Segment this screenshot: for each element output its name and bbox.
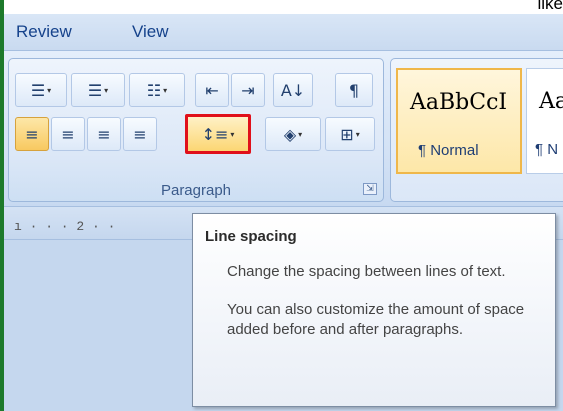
word-ribbon-screenshot: like Review View ☰ ▾ ☰ ▾ ☷ ▾ ⇤ ⇥ A↓ ¶ ≡ … bbox=[0, 0, 563, 411]
shading-button[interactable]: ◈ ▾ bbox=[265, 117, 321, 151]
tooltip-description: Change the spacing between lines of text… bbox=[227, 263, 506, 280]
chevron-down-icon: ▾ bbox=[47, 85, 52, 95]
style-sample: AaBbCcI bbox=[410, 90, 508, 115]
borders-button[interactable]: ⊞ ▾ bbox=[325, 117, 375, 151]
line-spacing-button[interactable]: ↕≡ ▾ bbox=[185, 114, 251, 154]
increase-indent-button[interactable]: ⇥ bbox=[231, 73, 265, 107]
style-normal[interactable]: AaBbCcI ¶ Normal bbox=[396, 68, 522, 174]
align-center-icon: ≡ bbox=[61, 124, 75, 144]
numbering-icon: ☰ bbox=[87, 80, 103, 100]
multilevel-list-button[interactable]: ☷ ▾ bbox=[129, 73, 185, 107]
justify-icon: ≡ bbox=[133, 124, 147, 144]
paint-bucket-icon: ◈ bbox=[283, 124, 297, 144]
style-name: ¶ Normal bbox=[418, 142, 479, 159]
chevron-down-icon: ▾ bbox=[230, 129, 235, 139]
tooltip-title: Line spacing bbox=[205, 228, 297, 245]
chevron-down-icon: ▾ bbox=[163, 85, 168, 95]
decrease-indent-icon: ⇤ bbox=[205, 80, 219, 100]
align-left-button[interactable]: ≡ bbox=[15, 117, 49, 151]
chevron-down-icon: ▾ bbox=[104, 85, 109, 95]
align-right-icon: ≡ bbox=[97, 124, 111, 144]
align-right-button[interactable]: ≡ bbox=[87, 117, 121, 151]
sort-icon: A↓ bbox=[280, 80, 306, 100]
increase-indent-icon: ⇥ bbox=[241, 80, 255, 100]
align-left-icon: ≡ bbox=[25, 124, 39, 144]
style-sample: Aa bbox=[539, 89, 563, 114]
show-hide-button[interactable]: ¶ bbox=[335, 73, 373, 107]
style-no-spacing[interactable]: Aa ¶ N bbox=[526, 68, 563, 174]
line-spacing-tooltip: Line spacing Change the spacing between … bbox=[192, 213, 556, 407]
tab-review[interactable]: Review bbox=[16, 22, 72, 42]
paragraph-group-label: Paragraph bbox=[160, 182, 232, 199]
ruler-marks: ı · · · 2 · · bbox=[14, 219, 116, 234]
dialog-launcher-icon[interactable]: ⇲ bbox=[363, 183, 377, 195]
style-name: ¶ N bbox=[535, 141, 559, 158]
paragraph-group: ☰ ▾ ☰ ▾ ☷ ▾ ⇤ ⇥ A↓ ¶ ≡ ≡ ≡ ≡ ↕≡ ▾ ◈ ▾ ⊞ … bbox=[8, 58, 384, 202]
justify-button[interactable]: ≡ bbox=[123, 117, 157, 151]
tooltip-extra-description: You can also customize the amount of spa… bbox=[227, 301, 525, 338]
ribbon-tab-bar: Review View bbox=[4, 14, 563, 50]
line-spacing-icon: ↕≡ bbox=[201, 124, 229, 144]
tab-view[interactable]: View bbox=[132, 22, 169, 42]
center-button[interactable]: ≡ bbox=[51, 117, 85, 151]
chevron-down-icon: ▾ bbox=[355, 129, 360, 139]
bullets-button[interactable]: ☰ ▾ bbox=[15, 73, 67, 107]
pilcrow-icon: ¶ bbox=[348, 80, 360, 100]
borders-icon: ⊞ bbox=[340, 124, 354, 144]
bullets-icon: ☰ bbox=[30, 80, 46, 100]
document-text-fragment: like bbox=[537, 0, 563, 13]
decrease-indent-button[interactable]: ⇤ bbox=[195, 73, 229, 107]
multilevel-list-icon: ☷ bbox=[146, 80, 162, 100]
document-top-area: like bbox=[4, 0, 563, 14]
sort-button[interactable]: A↓ bbox=[273, 73, 313, 107]
numbering-button[interactable]: ☰ ▾ bbox=[71, 73, 125, 107]
chevron-down-icon: ▾ bbox=[298, 129, 303, 139]
